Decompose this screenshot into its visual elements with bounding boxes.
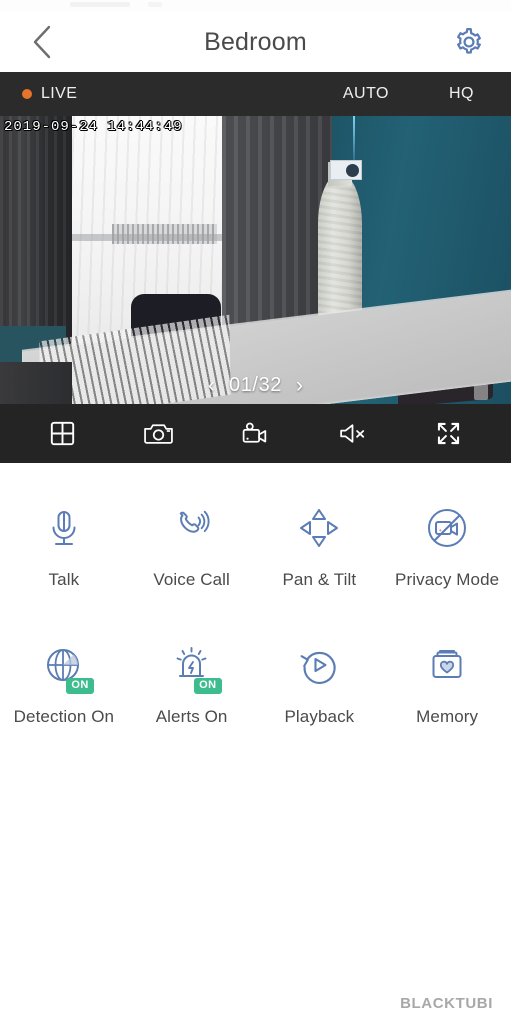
chevron-left-icon: [33, 25, 51, 59]
scene-light-line: [353, 116, 355, 164]
record-video-icon: [242, 422, 267, 443]
pan-tilt-icon-wrap: [288, 497, 350, 559]
voice-call-icon-wrap: [161, 497, 223, 559]
quality-hq-button[interactable]: HQ: [443, 85, 480, 103]
function-label: Voice Call: [153, 570, 230, 589]
live-status-bar: LIVE AUTO HQ: [0, 72, 511, 116]
camera-pager: ‹ 01/32 ›: [0, 374, 511, 397]
live-video-feed[interactable]: 2019-09-24 14:44:49 ‹ 01/32 ›: [0, 116, 511, 404]
function-label: Alerts On: [155, 707, 228, 726]
live-label: LIVE: [41, 85, 78, 102]
phone-call-icon: [179, 510, 210, 533]
quality-controls: AUTO HQ: [337, 72, 511, 116]
function-label: Talk: [48, 570, 80, 589]
pager-next-button[interactable]: ›: [296, 375, 303, 396]
video-control-bar: [0, 404, 511, 463]
watermark: BLACKTUBI: [400, 995, 493, 1012]
function-pan-tilt[interactable]: Pan & Tilt: [256, 497, 384, 590]
function-row-1: Talk Voice Call Pan & Tilt Privacy Mode: [0, 497, 511, 590]
function-label: Detection On: [13, 707, 115, 726]
grid-view-button[interactable]: [35, 412, 89, 456]
scene-window-sill: [62, 234, 222, 241]
pager-prev-button[interactable]: ‹: [208, 375, 215, 396]
function-label: Memory: [416, 707, 479, 726]
pan-tilt-icon: [300, 509, 339, 547]
record-button[interactable]: [228, 412, 282, 456]
mute-button[interactable]: [325, 412, 379, 456]
fullscreen-icon: [438, 422, 460, 445]
camera-off-icon: [428, 509, 467, 547]
live-indicator: LIVE: [0, 85, 77, 103]
grid-view-icon: [50, 421, 74, 446]
quality-auto-button[interactable]: AUTO: [337, 85, 395, 103]
back-button[interactable]: [22, 22, 62, 62]
function-label: Privacy Mode: [395, 570, 500, 589]
function-alerts[interactable]: ON Alerts On: [128, 634, 256, 727]
snapshot-button[interactable]: [132, 412, 186, 456]
function-playback[interactable]: Playback: [256, 634, 384, 727]
pager-index-label: 01/32: [228, 374, 283, 396]
function-voice-call[interactable]: Voice Call: [128, 497, 256, 590]
function-label: Playback: [284, 707, 355, 726]
playback-icon-wrap: [288, 634, 350, 696]
status-badge: ON: [194, 678, 222, 694]
function-privacy-mode[interactable]: Privacy Mode: [383, 497, 511, 590]
status-badge: ON: [66, 678, 94, 694]
privacy-mode-icon-wrap: [416, 497, 478, 559]
talk-icon-wrap: [33, 497, 95, 559]
live-status-dot: [22, 89, 32, 99]
function-grid: Talk Voice Call Pan & Tilt Privacy Mode …: [0, 463, 511, 727]
scene-middle-curtain: [222, 116, 332, 346]
alerts-icon-wrap: ON: [161, 634, 223, 696]
memory-icon-wrap: [416, 634, 478, 696]
status-bar-ghost-icon: [148, 2, 162, 7]
settings-button[interactable]: [449, 22, 489, 62]
function-talk[interactable]: Talk: [0, 497, 128, 590]
snapshot-camera-icon: [144, 424, 174, 444]
status-bar-remnant: [0, 0, 511, 12]
page-title: Bedroom: [204, 27, 307, 56]
gear-icon: [457, 28, 481, 54]
detection-icon-wrap: ON: [33, 634, 95, 696]
function-memory[interactable]: Memory: [383, 634, 511, 727]
memory-box-icon: [432, 650, 462, 678]
navigation-bar: Bedroom: [0, 12, 511, 72]
function-label: Pan & Tilt: [282, 570, 357, 589]
video-timestamp: 2019-09-24 14:44:49: [4, 119, 183, 135]
playback-replay-icon: [300, 651, 336, 684]
status-bar-ghost-text: [70, 2, 130, 7]
speaker-muted-icon: [339, 424, 364, 443]
video-scene: [0, 116, 511, 404]
fullscreen-button[interactable]: [422, 412, 476, 456]
function-row-2: ON Detection On ON Alerts On Playback Me…: [0, 634, 511, 727]
microphone-icon: [52, 511, 76, 545]
scene-wall-tag: [330, 160, 362, 180]
function-detection[interactable]: ON Detection On: [0, 634, 128, 727]
